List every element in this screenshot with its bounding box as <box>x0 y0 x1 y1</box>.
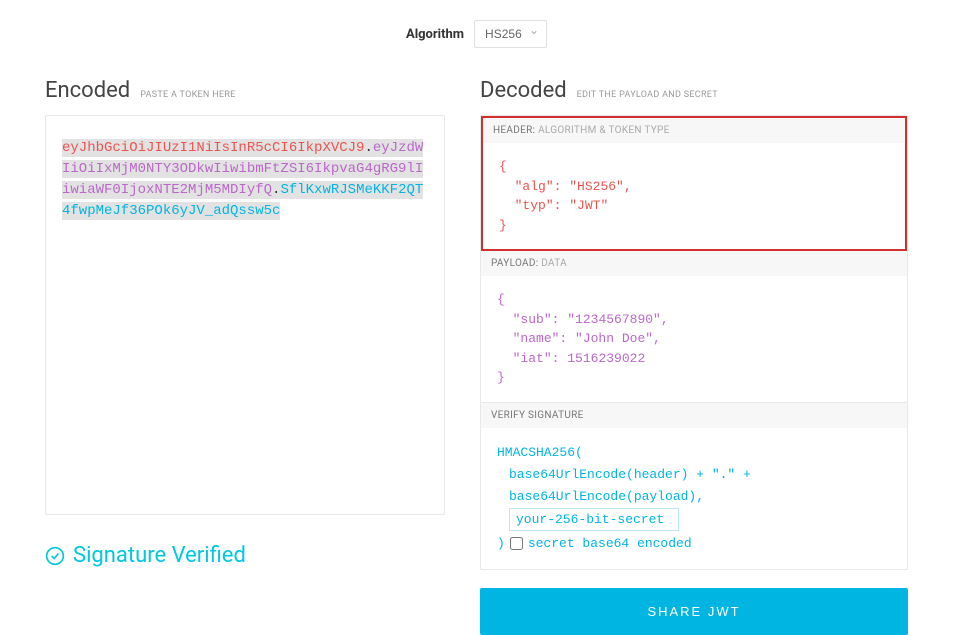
encoded-token-input[interactable]: eyJhbGciOiJIUzI1NiIsInR5cCI6IkpXVCJ9.eyJ… <box>45 115 445 515</box>
algorithm-label: Algorithm <box>406 27 464 42</box>
encoded-subtitle: PASTE A TOKEN HERE <box>140 90 235 100</box>
header-section-label: HEADER: <box>493 125 535 136</box>
payload-section: PAYLOAD: DATA { "sub": "1234567890", "na… <box>481 251 907 403</box>
secret-base64-label[interactable]: secret base64 encoded <box>528 533 692 555</box>
signature-display: HMACSHA256( base64UrlEncode(header) + ".… <box>481 428 907 569</box>
signature-verified-text: Signature Verified <box>73 543 246 568</box>
header-section: HEADER: ALGORITHM & TOKEN TYPE { "alg": … <box>481 116 907 251</box>
signature-section-label: VERIFY SIGNATURE <box>491 410 584 421</box>
payload-section-sublabel: DATA <box>541 258 567 269</box>
header-editor[interactable]: { "alg": "HS256", "typ": "JWT" } <box>483 143 905 249</box>
close-paren: ) <box>497 533 505 555</box>
secret-base64-checkbox[interactable] <box>510 537 523 550</box>
signature-section: VERIFY SIGNATURE HMACSHA256( base64UrlEn… <box>481 403 907 569</box>
payload-editor[interactable]: { "sub": "1234567890", "name": "John Doe… <box>481 276 907 402</box>
checkmark-circle-icon <box>45 546 65 566</box>
payload-section-label: PAYLOAD: <box>491 258 538 269</box>
encoded-title: Encoded <box>45 78 130 103</box>
decoded-title: Decoded <box>480 78 567 103</box>
algorithm-select[interactable]: HS256 <box>474 20 547 48</box>
decoded-subtitle: EDIT THE PAYLOAD AND SECRET <box>577 90 718 100</box>
share-jwt-button[interactable]: SHARE JWT <box>480 588 908 635</box>
header-section-sublabel: ALGORITHM & TOKEN TYPE <box>538 125 670 136</box>
token-header-part: eyJhbGciOiJIUzI1NiIsInR5cCI6IkpXVCJ9 <box>62 140 364 156</box>
secret-input[interactable] <box>509 508 679 531</box>
